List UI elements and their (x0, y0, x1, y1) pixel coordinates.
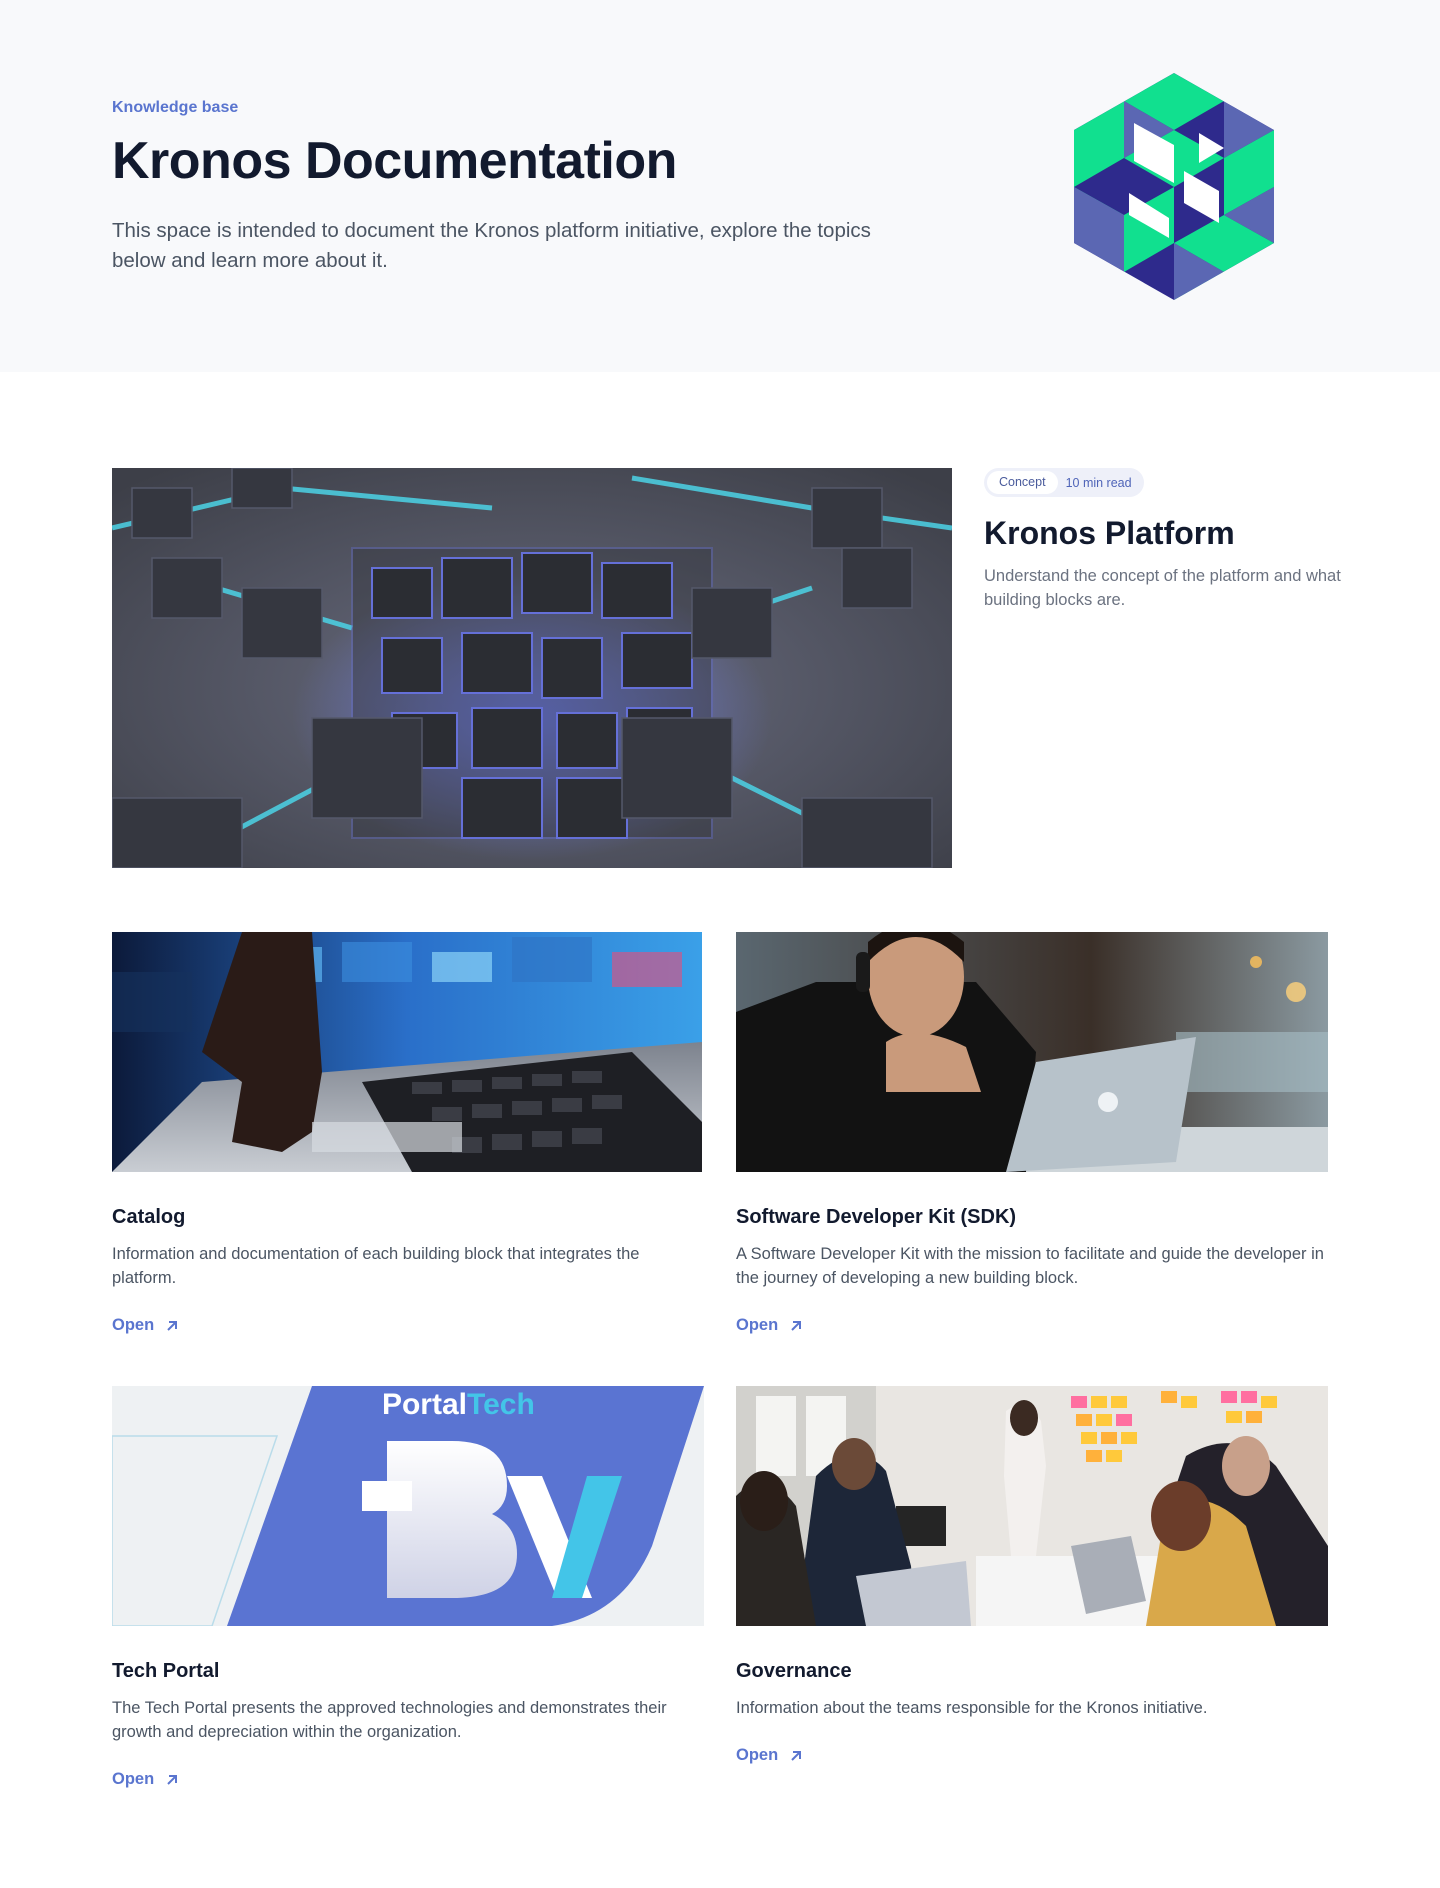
featured-tags: Concept 10 min read (984, 468, 1144, 497)
card-title-governance[interactable]: Governance (736, 1660, 852, 1683)
hero-eyebrow: Knowledge base (112, 99, 239, 116)
blockchain-cubes-illustration (112, 468, 952, 868)
team-meeting-photo (736, 1386, 1328, 1626)
card-title-tech-portal[interactable]: Tech Portal (112, 1660, 219, 1683)
card-description-catalog: Information and documentation of each bu… (112, 1245, 640, 1287)
open-link-sdk[interactable]: Open (736, 1316, 804, 1335)
card-title-sdk[interactable]: Software Developer Kit (SDK) (736, 1206, 1016, 1229)
sdk-image[interactable] (736, 932, 1328, 1172)
open-link-label: Open (112, 1316, 155, 1334)
open-link-governance[interactable]: Open (736, 1746, 804, 1765)
laptop-typing-photo (112, 932, 702, 1172)
concept-tag: Concept (987, 471, 1058, 494)
card-description-sdk: A Software Developer Kit with the missio… (736, 1245, 1324, 1287)
arrow-up-right-icon (791, 1750, 802, 1761)
kronos-logo (1074, 73, 1274, 300)
open-link-label: Open (736, 1746, 779, 1764)
portal-text: Portal (382, 1388, 467, 1421)
hero-section: Knowledge base Kronos Documentation This… (0, 0, 1440, 372)
portal-tech-banner: Portal Tech (112, 1386, 704, 1626)
arrow-up-right-icon (167, 1320, 178, 1331)
arrow-up-right-icon (791, 1320, 802, 1331)
featured-description: Understand the concept of the platform a… (984, 567, 1341, 609)
catalog-image[interactable] (112, 932, 702, 1172)
tech-portal-image[interactable]: Portal Tech (112, 1386, 704, 1626)
arrow-up-right-icon (167, 1774, 178, 1785)
card-description-tech-portal: The Tech Portal presents the approved te… (112, 1699, 667, 1741)
featured-image[interactable] (112, 468, 952, 868)
developer-with-laptop-photo (736, 932, 1328, 1172)
open-link-tech-portal[interactable]: Open (112, 1770, 180, 1789)
read-time-tag: 10 min read (1065, 475, 1132, 490)
open-link-label: Open (736, 1316, 779, 1334)
card-title-catalog[interactable]: Catalog (112, 1206, 185, 1229)
featured-title[interactable]: Kronos Platform (984, 515, 1235, 552)
page-title: Kronos Documentation (112, 132, 677, 190)
governance-image[interactable] (736, 1386, 1328, 1626)
hero-description: This space is intended to document the K… (112, 219, 871, 272)
open-link-catalog[interactable]: Open (112, 1316, 180, 1335)
open-link-label: Open (112, 1770, 155, 1788)
tech-text: Tech (467, 1388, 535, 1421)
card-description-governance: Information about the teams responsible … (736, 1699, 1208, 1717)
